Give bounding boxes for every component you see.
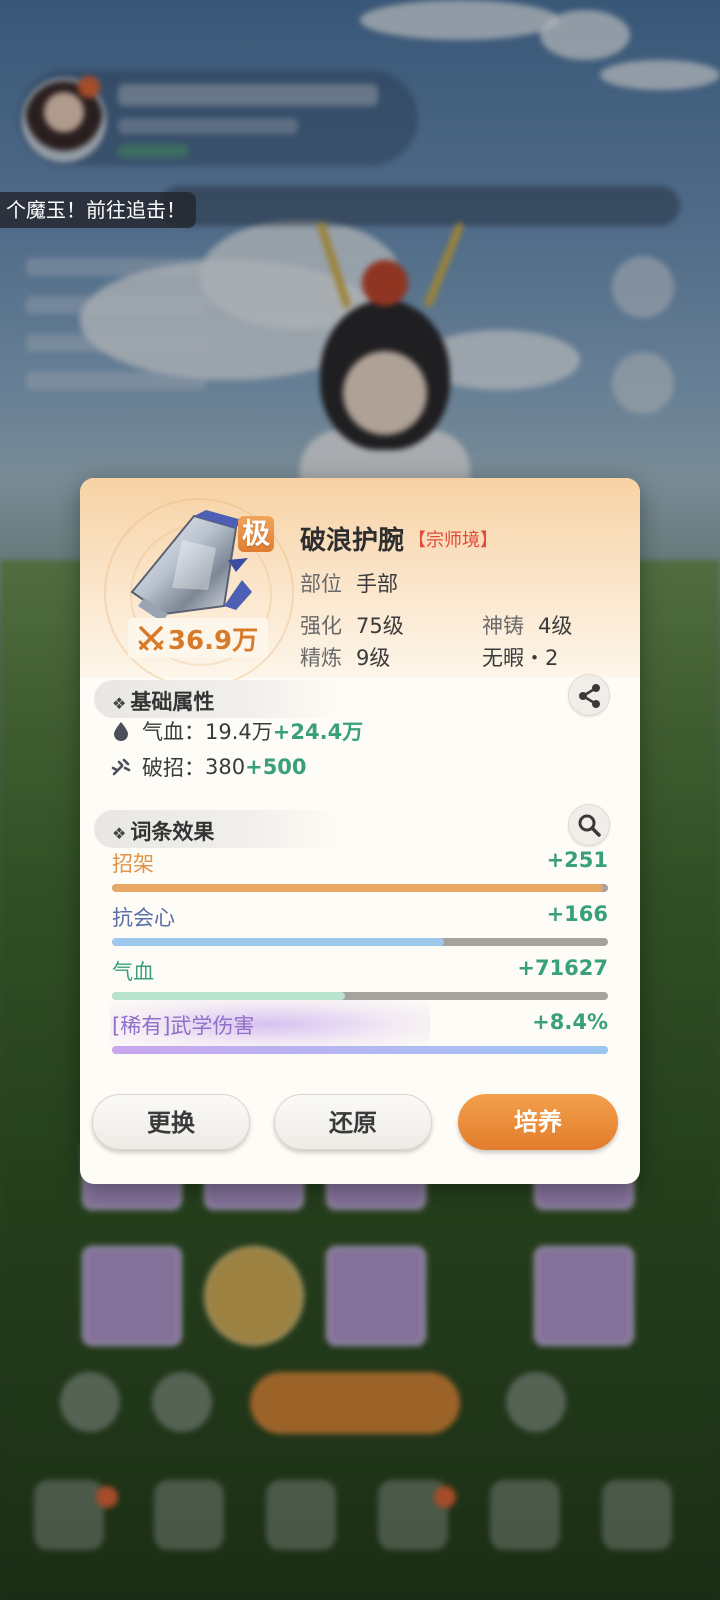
refine-value: 9级: [356, 646, 391, 670]
affix-progress-bar: [112, 992, 608, 1000]
affix-progress-bar: [112, 884, 608, 892]
attr-row-hp: 气血： 19.4万 +24.4万: [110, 716, 363, 746]
slot-row: 部位 手部: [300, 568, 398, 598]
enhance-value: 75级: [356, 614, 404, 638]
affix-value: +166: [546, 902, 608, 926]
crossed-swords-icon: [138, 626, 164, 651]
combat-power: 36.9万: [128, 618, 268, 658]
enhance-label: 强化: [300, 614, 342, 638]
restore-button[interactable]: 还原: [274, 1094, 432, 1150]
notification-toast[interactable]: 个魔玉！前往追击！: [0, 192, 196, 228]
affix-name: 抗会心: [112, 906, 175, 930]
replace-button[interactable]: 更换: [92, 1094, 250, 1150]
flawless-value: 无暇・2: [482, 646, 559, 670]
item-realm: 【宗师境】: [408, 530, 498, 551]
magnifier-icon: [578, 814, 601, 837]
refine-row: 精炼 9级: [300, 642, 390, 672]
attr-row-break: 破招： 380 +500: [110, 752, 307, 782]
affix-title: ❖ 词条效果: [112, 820, 215, 844]
cultivate-button[interactable]: 培养: [458, 1094, 618, 1150]
affix-name: [稀有]武学伤害: [112, 1014, 255, 1038]
affix-search-button[interactable]: [568, 804, 610, 846]
affix-progress-bar: [112, 1046, 608, 1054]
basic-attributes-title: ❖ 基础属性: [112, 690, 215, 714]
combat-power-value: 36.9万: [167, 625, 259, 656]
divine-value: 4级: [538, 614, 573, 638]
slot-value: 手部: [356, 572, 398, 596]
basic-attributes-header: ❖ 基础属性: [94, 680, 344, 718]
affix-name: 招架: [112, 852, 154, 876]
blood-drop-icon: [114, 722, 128, 741]
diamond-bullet-icon: ❖: [112, 694, 127, 713]
share-button[interactable]: [568, 674, 610, 716]
affix-value: +8.4%: [532, 1010, 608, 1034]
diamond-bullet-icon: ❖: [112, 824, 127, 843]
affix-value: +71627: [517, 956, 608, 980]
slot-label: 部位: [300, 572, 342, 596]
refine-label: 精炼: [300, 646, 342, 670]
share-icon: [579, 684, 600, 708]
affix-header: ❖ 词条效果: [94, 810, 344, 848]
grade-badge: 极: [238, 516, 274, 552]
affix-value: +251: [546, 848, 608, 872]
item-name: 破浪护腕: [300, 526, 405, 556]
affix-name: 气血: [112, 960, 154, 984]
affix-progress-bar: [112, 938, 608, 946]
divine-row: 神铸 4级: [482, 610, 572, 640]
enhance-row: 强化 75级: [300, 610, 404, 640]
divine-label: 神铸: [482, 614, 524, 638]
break-move-icon: [111, 758, 131, 776]
equipment-detail-card: 极 36.9万 破浪护腕 【宗师境】 部位 手部 强化 75级 神铸 4级 精炼 9级 …: [80, 478, 640, 1184]
